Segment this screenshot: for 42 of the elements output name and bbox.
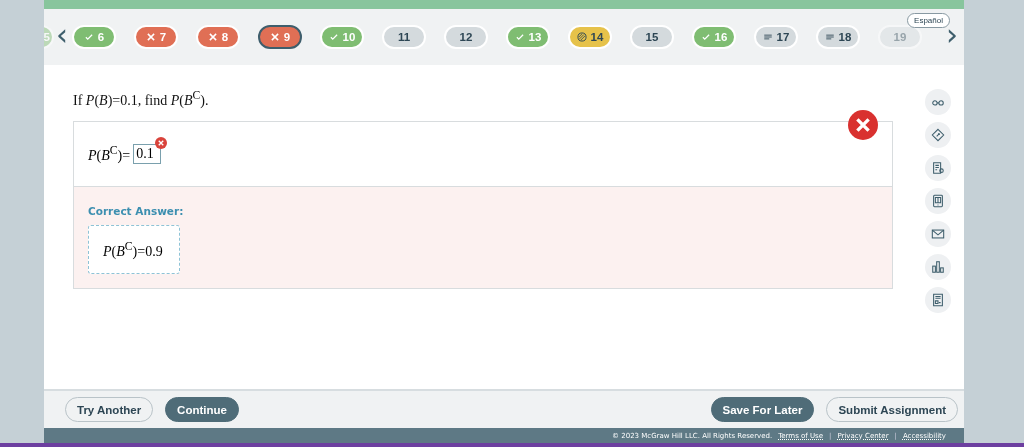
tool-button[interactable]	[925, 122, 951, 148]
footer-button[interactable]: Save For Later	[710, 397, 815, 422]
check-icon	[328, 32, 339, 42]
check-icon	[83, 32, 94, 42]
bar-chart-icon	[931, 260, 945, 274]
book-icon	[931, 194, 945, 208]
cross-icon	[207, 32, 218, 42]
answer-field[interactable]: 0.1	[133, 143, 162, 164]
document-icon	[931, 161, 945, 175]
question-pill[interactable]: 9	[258, 25, 302, 49]
footer-button[interactable]: Try Another	[65, 397, 154, 422]
tool-button[interactable]	[925, 188, 951, 214]
lines-icon	[824, 32, 835, 42]
question-pill[interactable]: 7	[134, 25, 178, 49]
question-pill[interactable]: 11	[382, 25, 426, 49]
question-text: If P(B)=0.1, find P(B$^{C}$).	[73, 89, 210, 109]
check-icon	[700, 32, 711, 42]
answer-label: P(B$^{C}$)=	[88, 143, 131, 164]
correct-answer-heading: Correct Answer:	[88, 204, 185, 217]
cross-icon	[145, 32, 156, 42]
lines-icon	[762, 32, 773, 42]
tool-button[interactable]	[925, 287, 951, 313]
question-pill[interactable]: 14	[568, 25, 612, 49]
tool-button[interactable]	[925, 155, 951, 181]
question-pill[interactable]: 18	[816, 25, 860, 49]
cross-icon	[269, 32, 280, 42]
question-pill[interactable]: 12	[444, 25, 488, 49]
report-icon	[931, 293, 945, 307]
tool-button[interactable]	[925, 254, 951, 280]
tool-button[interactable]	[925, 221, 951, 247]
question-pill[interactable]: 8	[196, 25, 240, 49]
question-pill[interactable]: 17	[754, 25, 798, 49]
footer-button[interactable]: Submit Assignment	[826, 397, 958, 422]
tag-icon	[931, 128, 945, 142]
correct-answer: P(B$^{C}$)=0.9	[88, 224, 180, 275]
language-button[interactable]: Español	[907, 13, 950, 28]
check-icon	[514, 32, 525, 42]
mail-icon	[931, 227, 945, 241]
footer-button[interactable]: Continue	[165, 397, 239, 422]
question-pill[interactable]: 15	[630, 25, 674, 49]
hatched-circle-icon	[576, 32, 587, 42]
tool-button[interactable]	[925, 89, 951, 115]
